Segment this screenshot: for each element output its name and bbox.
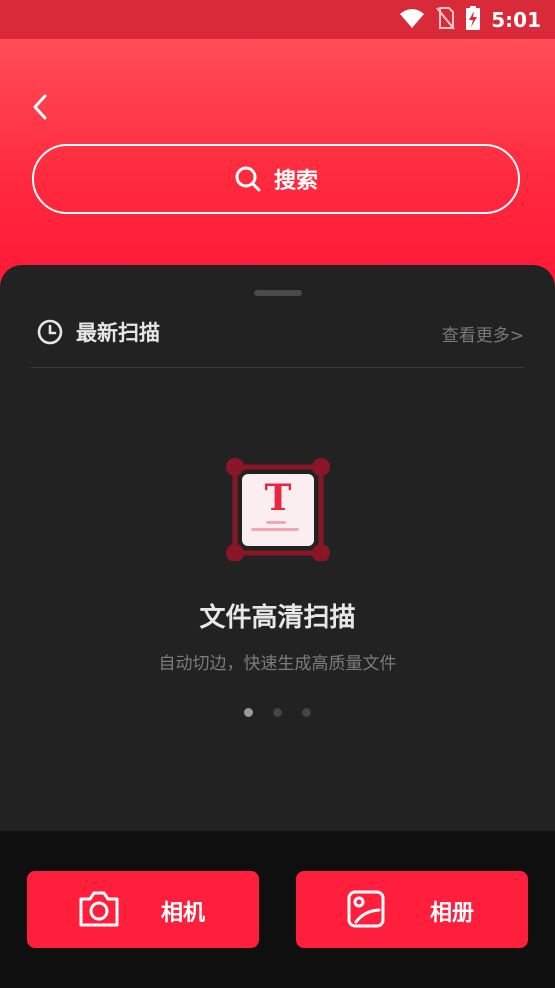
scan-letter-icon: T: [264, 477, 292, 519]
bottom-action-bar: 相机 相册: [0, 831, 555, 988]
camera-icon: [79, 891, 119, 927]
drag-handle[interactable]: [254, 290, 302, 296]
status-bar: 5:01: [0, 0, 555, 39]
album-label: 相册: [430, 901, 475, 926]
clock-icon: [37, 319, 63, 345]
page-dot-3[interactable]: [302, 708, 311, 717]
search-label: 搜索: [273, 169, 318, 194]
header: 搜索: [0, 39, 555, 289]
recent-scans-sheet: 最新扫描 查看更多> T 文件高清扫描 自动切边，快速生成高质量文件: [0, 265, 555, 831]
status-time: 5:01: [491, 8, 541, 32]
recent-scans-title: 最新扫描: [76, 321, 160, 345]
page-dot-2[interactable]: [273, 708, 282, 717]
search-bar[interactable]: 搜索: [32, 144, 520, 214]
gallery-icon: [347, 890, 385, 928]
wifi-icon: [399, 7, 425, 33]
no-sim-icon: [435, 6, 456, 34]
chevron-left-icon: [33, 94, 47, 120]
back-button[interactable]: [26, 93, 54, 121]
camera-button[interactable]: 相机: [27, 871, 259, 948]
carousel-pagination: [0, 708, 555, 717]
feature-title: 文件高清扫描: [199, 603, 356, 633]
page-dot-1[interactable]: [244, 708, 253, 717]
recent-scans-header: 最新扫描: [36, 315, 160, 349]
document-scan-illustration: T: [222, 457, 334, 562]
see-more-link[interactable]: 查看更多>: [442, 321, 524, 346]
feature-subtitle: 自动切边，快速生成高质量文件: [158, 654, 397, 674]
album-button[interactable]: 相册: [296, 871, 528, 948]
divider: [31, 367, 524, 368]
search-icon: [235, 166, 261, 192]
camera-label: 相机: [161, 901, 206, 926]
status-icons: 5:01: [399, 6, 541, 34]
battery-charging-icon: [465, 6, 481, 34]
